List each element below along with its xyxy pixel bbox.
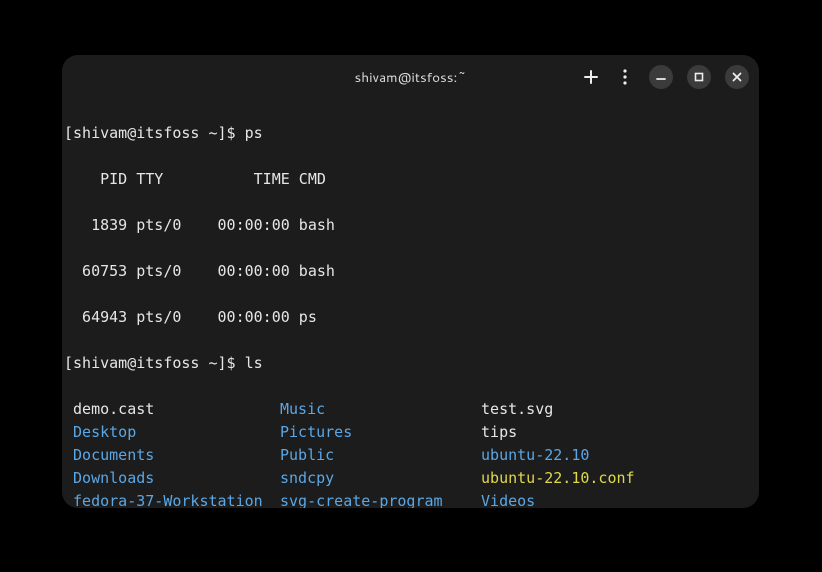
ls-item: Downloads [64, 467, 280, 490]
ls-item: Desktop [64, 421, 280, 444]
ls-row: DocumentsPublic ubuntu-22.10 [64, 444, 759, 467]
ls-item: sndcpy [280, 467, 472, 490]
ls-item: tips [472, 421, 517, 444]
ls-item: demo.cast [64, 398, 280, 421]
ls-row: fedora-37-Workstationsvg-create-program … [64, 490, 759, 508]
prompt-line-2: [shivam@itsfoss ~]$ ls [64, 352, 759, 375]
title-controls [581, 65, 749, 89]
ls-item: Pictures [280, 421, 472, 444]
ls-item: Music [280, 398, 472, 421]
maximize-icon [694, 72, 704, 82]
titlebar: shivam@itsfoss:~ [62, 55, 759, 99]
ls-row: demo.castMusic test.svg [64, 398, 759, 421]
cmd-ps: ps [245, 124, 263, 142]
ps-row-0: 1839 pts/0 00:00:00 bash [64, 214, 759, 237]
minimize-icon [656, 72, 666, 82]
ls-item: Videos [472, 490, 535, 508]
ps-header: PID TTY TIME CMD [64, 168, 759, 191]
ls-item: svg-create-program [280, 490, 472, 508]
terminal-body[interactable]: [shivam@itsfoss ~]$ ps PID TTY TIME CMD … [62, 99, 759, 508]
ps-row-1: 60753 pts/0 00:00:00 bash [64, 260, 759, 283]
close-button[interactable] [725, 65, 749, 89]
ls-item: ubuntu-22.10 [472, 444, 589, 467]
ls-output: demo.castMusic test.svg DesktopPictures … [64, 398, 759, 508]
ls-item: test.svg [472, 398, 553, 421]
maximize-button[interactable] [687, 65, 711, 89]
window-title: shivam@itsfoss:~ [355, 68, 467, 87]
ls-item: Public [280, 444, 472, 467]
close-icon [732, 72, 742, 82]
cmd-ls: ls [245, 354, 263, 372]
ls-row: DesktopPictures tips [64, 421, 759, 444]
ls-row: Downloadssndcpy ubuntu-22.10.conf [64, 467, 759, 490]
terminal-window: shivam@itsfoss:~ [shivam@itsfoss ~]$ ps … [62, 55, 759, 508]
minimize-button[interactable] [649, 65, 673, 89]
plus-icon [583, 69, 599, 85]
ls-item: ubuntu-22.10.conf [472, 467, 635, 490]
ls-item: fedora-37-Workstation [64, 490, 280, 508]
menu-button[interactable] [615, 67, 635, 87]
new-tab-button[interactable] [581, 67, 601, 87]
prompt-line-1: [shivam@itsfoss ~]$ ps [64, 122, 759, 145]
ls-item: Documents [64, 444, 280, 467]
ps-row-2: 64943 pts/0 00:00:00 ps [64, 306, 759, 329]
kebab-icon [623, 69, 627, 85]
